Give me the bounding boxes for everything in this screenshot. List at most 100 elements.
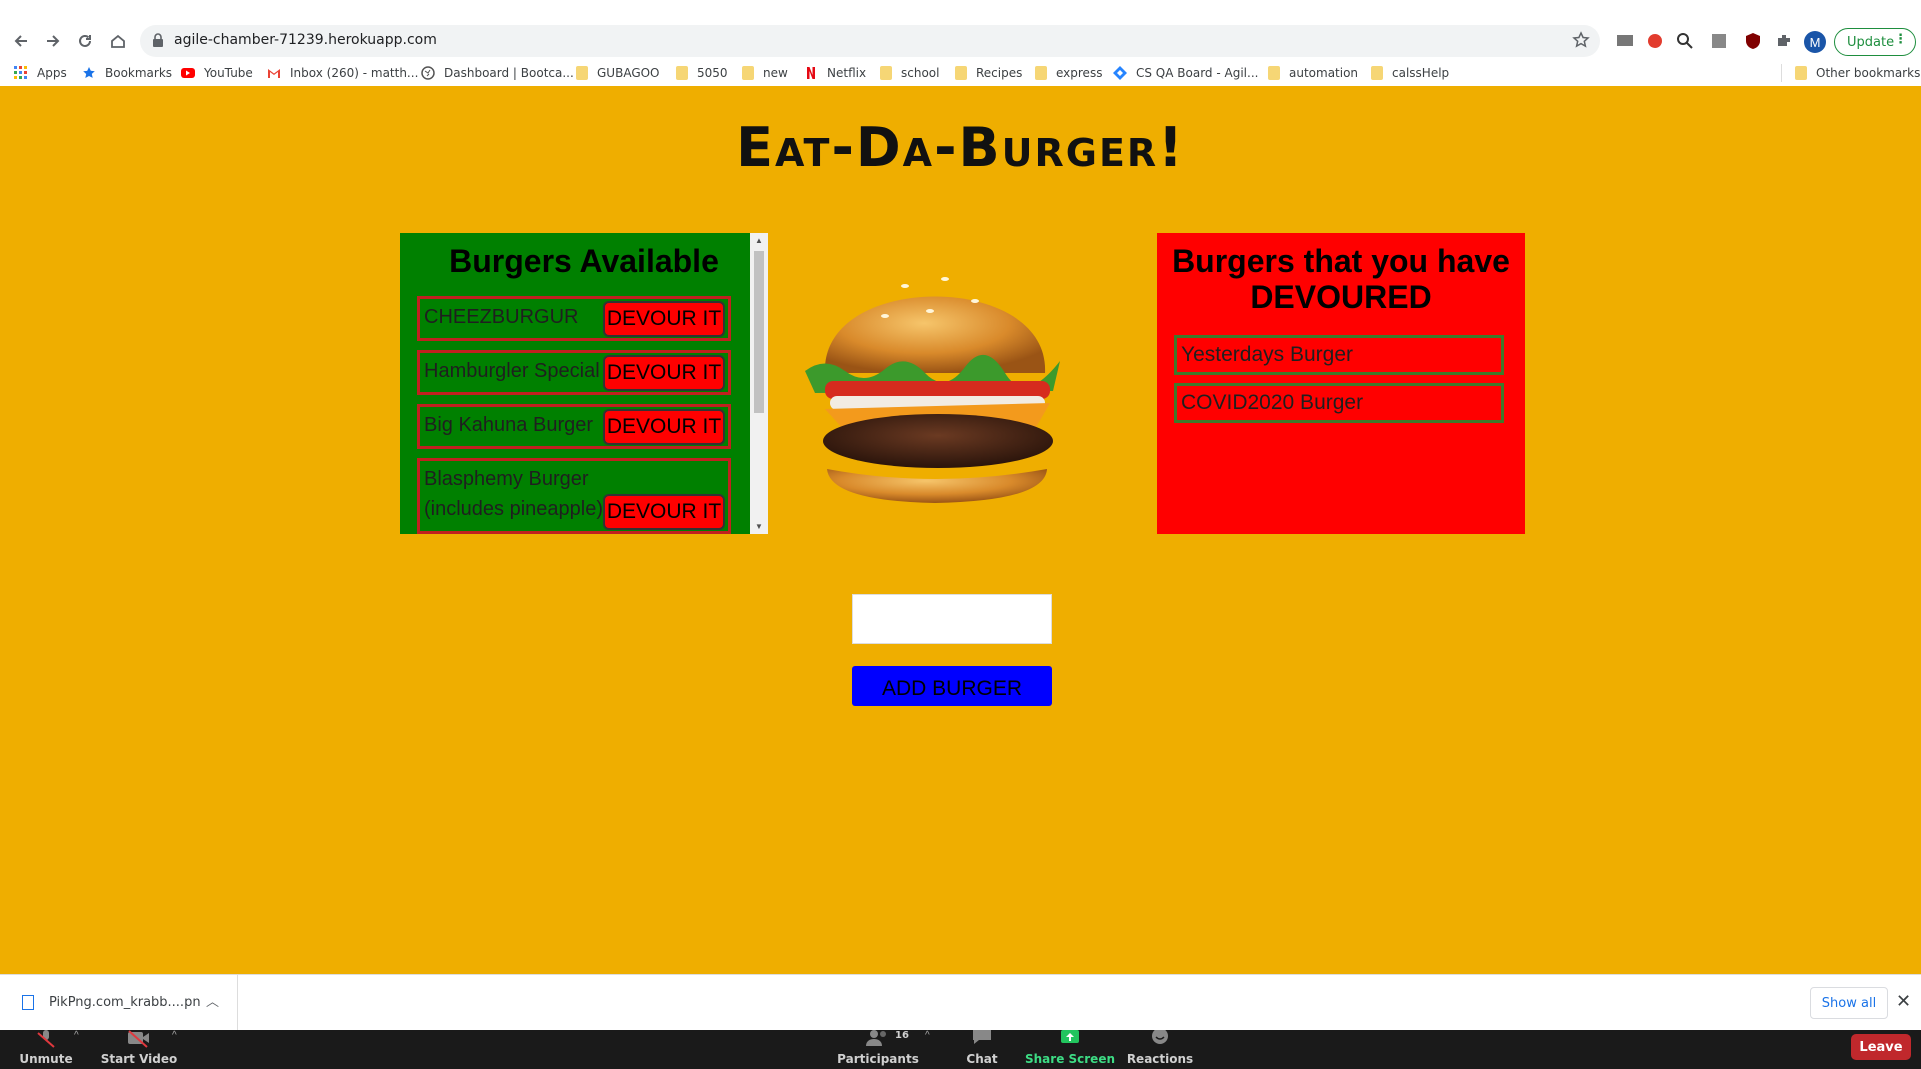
bookmark-label: Recipes bbox=[976, 66, 1023, 80]
search-extension-icon[interactable] bbox=[1674, 30, 1696, 52]
bookmark-youtube[interactable]: YouTube bbox=[181, 64, 253, 82]
netflix-icon bbox=[807, 67, 815, 79]
screencast-extension-icon[interactable] bbox=[1614, 30, 1636, 52]
download-item[interactable]: PikPng.com_krabb....pn ︿ bbox=[0, 975, 238, 1030]
bookmark-star-icon[interactable] bbox=[1572, 31, 1590, 49]
burger-image bbox=[805, 277, 1060, 503]
show-all-button[interactable]: Show all bbox=[1810, 987, 1888, 1019]
profile-avatar[interactable]: M bbox=[1804, 31, 1826, 53]
bookmark-automation[interactable]: automation bbox=[1268, 64, 1358, 82]
url-text: agile-chamber-71239.herokuapp.com bbox=[174, 32, 437, 48]
update-label: Update bbox=[1847, 34, 1895, 50]
back-button[interactable] bbox=[6, 26, 36, 56]
lock-icon bbox=[153, 33, 163, 47]
bookmark-gubagoo[interactable]: GUBAGOO bbox=[576, 64, 660, 82]
folder-icon bbox=[1268, 66, 1280, 80]
devour-button[interactable]: DEVOUR IT bbox=[603, 409, 725, 445]
download-filename: PikPng.com_krabb....pn bbox=[49, 995, 201, 1010]
start-video-label: Start Video bbox=[100, 1052, 178, 1066]
leave-button[interactable]: Leave bbox=[1851, 1034, 1911, 1060]
chevron-up-icon[interactable]: ^ bbox=[172, 1030, 177, 1041]
gmail-icon bbox=[268, 69, 280, 78]
folder-icon bbox=[1371, 66, 1383, 80]
devour-button[interactable]: DEVOUR IT bbox=[603, 301, 725, 337]
scroll-thumb[interactable] bbox=[754, 251, 764, 413]
red-extension-icon[interactable] bbox=[1644, 30, 1666, 52]
bookmark-divider bbox=[1781, 64, 1782, 82]
chat-button[interactable]: Chat bbox=[960, 1030, 1004, 1069]
bookmark-other[interactable]: Other bookmarks bbox=[1795, 64, 1920, 82]
browser-toolbar: agile-chamber-71239.herokuapp.com M Upda… bbox=[0, 22, 1921, 60]
reload-icon bbox=[79, 34, 91, 47]
star-icon bbox=[83, 67, 95, 78]
bookmark-recipes[interactable]: Recipes bbox=[955, 64, 1022, 82]
bookmark-label: express bbox=[1056, 66, 1103, 80]
bookmark-dashboard[interactable]: Dashboard | Bootca... bbox=[421, 64, 574, 82]
burger-name: Blasphemy Burger (includes pineapple) bbox=[424, 468, 604, 520]
back-arrow-icon bbox=[14, 35, 27, 47]
bookmark-label: Bookmarks bbox=[105, 66, 173, 80]
home-button[interactable] bbox=[103, 26, 133, 56]
bookmark-apps[interactable]: Apps bbox=[14, 64, 67, 82]
available-scrollbar[interactable]: ▲ ▼ bbox=[750, 233, 768, 534]
share-screen-button[interactable]: Share Screen bbox=[1025, 1030, 1115, 1069]
folder-icon bbox=[880, 66, 892, 80]
bookmark-new[interactable]: new bbox=[742, 64, 788, 82]
forward-arrow-icon bbox=[47, 35, 60, 47]
burger-name: Big Kahuna Burger bbox=[424, 414, 594, 436]
add-burger-button[interactable]: ADD BURGER bbox=[852, 666, 1052, 706]
update-button[interactable]: Update ⋮ bbox=[1834, 28, 1916, 56]
unmute-label: Unmute bbox=[19, 1052, 73, 1066]
reactions-label: Reactions bbox=[1126, 1052, 1194, 1066]
forward-button[interactable] bbox=[38, 26, 68, 56]
chevron-up-icon[interactable]: ^ bbox=[74, 1030, 79, 1041]
downloads-bar: PikPng.com_krabb....pn ︿ Show all ✕ bbox=[0, 974, 1921, 1030]
folder-icon bbox=[1795, 66, 1807, 80]
page-title: Eat-Da-Burger! bbox=[736, 116, 1185, 179]
reactions-button[interactable]: Reactions bbox=[1126, 1030, 1194, 1069]
devour-button[interactable]: DEVOUR IT bbox=[603, 355, 725, 391]
browser-top-strip bbox=[0, 0, 1921, 8]
bookmark-label: GUBAGOO bbox=[597, 66, 660, 80]
scroll-up-icon[interactable]: ▲ bbox=[755, 236, 763, 245]
home-icon bbox=[111, 34, 125, 48]
bookmark-label: automation bbox=[1289, 66, 1359, 80]
bookmark-inbox[interactable]: Inbox (260) - matth... bbox=[267, 64, 418, 82]
apps-grid-icon bbox=[14, 66, 27, 79]
burger-list-item: Hamburgler Special DEVOUR IT bbox=[417, 350, 731, 395]
devoured-list-item: COVID2020 Burger bbox=[1174, 383, 1504, 423]
address-bar[interactable]: agile-chamber-71239.herokuapp.com bbox=[140, 25, 1600, 57]
bookmark-label: Dashboard | Bootca... bbox=[444, 66, 574, 80]
file-icon bbox=[22, 995, 34, 1010]
bookmark-bookmarks[interactable]: Bookmarks bbox=[82, 64, 172, 82]
bookmark-label: Inbox (260) - matth... bbox=[290, 66, 419, 80]
bookmark-school[interactable]: school bbox=[880, 64, 939, 82]
devour-button[interactable]: DEVOUR IT bbox=[603, 494, 725, 530]
bookmark-label: Netflix bbox=[827, 66, 867, 80]
devoured-list-item: Yesterdays Burger bbox=[1174, 335, 1504, 375]
participants-button[interactable]: 16 Participants bbox=[837, 1030, 919, 1069]
burger-name: Hamburgler Special bbox=[424, 360, 600, 382]
bookmark-netflix[interactable]: Netflix bbox=[804, 64, 866, 82]
bookmark-cs-qa-board[interactable]: CS QA Board - Agil... bbox=[1113, 64, 1258, 82]
chevron-up-icon[interactable]: ^ bbox=[925, 1030, 930, 1041]
ublock-shield-icon[interactable] bbox=[1742, 30, 1764, 52]
participants-icon bbox=[866, 1030, 886, 1046]
bookmark-5050[interactable]: 5050 bbox=[676, 64, 728, 82]
chevron-up-icon[interactable]: ︿ bbox=[206, 991, 219, 1010]
unmute-button[interactable]: Unmute bbox=[19, 1030, 73, 1069]
reload-button[interactable] bbox=[70, 26, 100, 56]
burger-list-item: Big Kahuna Burger DEVOUR IT bbox=[417, 404, 731, 449]
folder-icon bbox=[676, 66, 688, 80]
extensions-puzzle-icon[interactable] bbox=[1773, 30, 1795, 52]
scroll-down-icon[interactable]: ▼ bbox=[755, 522, 763, 531]
start-video-button[interactable]: Start Video bbox=[101, 1030, 177, 1069]
globe-icon bbox=[421, 66, 435, 80]
bookmark-express[interactable]: express bbox=[1035, 64, 1102, 82]
gray-extension-icon[interactable] bbox=[1708, 30, 1730, 52]
close-icon[interactable]: ✕ bbox=[1896, 991, 1911, 1012]
bookmark-label: new bbox=[763, 66, 788, 80]
burger-name-input[interactable] bbox=[852, 594, 1052, 644]
bookmark-label: 5050 bbox=[697, 66, 728, 80]
bookmark-calsshelp[interactable]: calssHelp bbox=[1371, 64, 1449, 82]
